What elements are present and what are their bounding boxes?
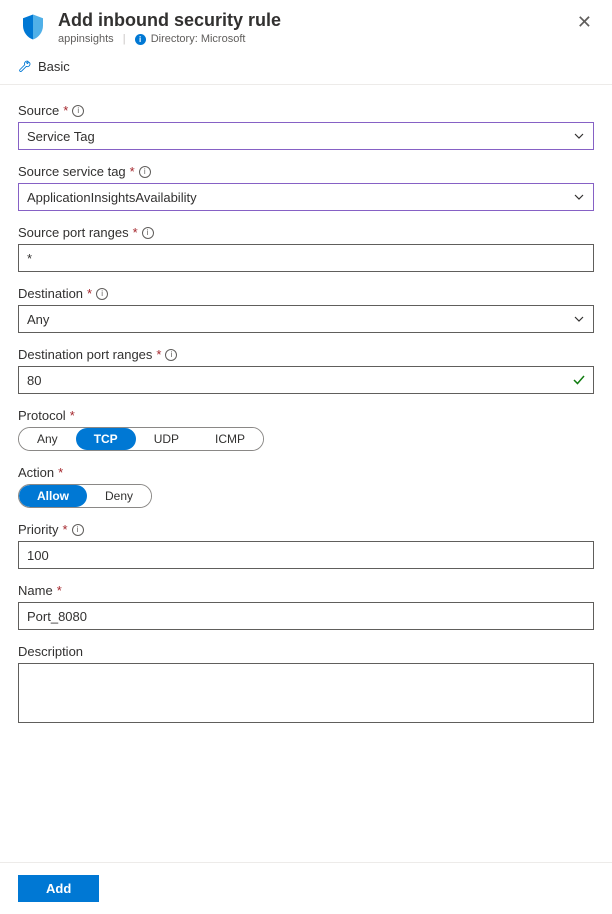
action-label: Action bbox=[18, 465, 54, 480]
protocol-option-tcp[interactable]: TCP bbox=[76, 428, 136, 450]
name-label: Name bbox=[18, 583, 53, 598]
chevron-down-icon bbox=[573, 313, 585, 325]
shield-icon bbox=[18, 12, 48, 42]
page-subtitle: appinsights | i Directory: Microsoft bbox=[58, 33, 594, 45]
wrench-icon[interactable] bbox=[18, 60, 32, 74]
protocol-segmented: AnyTCPUDPICMP bbox=[18, 427, 264, 451]
source-port-ranges-label: Source port ranges bbox=[18, 225, 129, 240]
source-select[interactable]: Service Tag bbox=[18, 122, 594, 150]
source-port-ranges-input[interactable] bbox=[18, 244, 594, 272]
resource-name: appinsights bbox=[58, 33, 114, 45]
chevron-down-icon bbox=[573, 130, 585, 142]
priority-label: Priority bbox=[18, 522, 58, 537]
name-input[interactable] bbox=[18, 602, 594, 630]
destination-label: Destination bbox=[18, 286, 83, 301]
destination-port-ranges-input[interactable] bbox=[18, 366, 594, 394]
destination-select[interactable]: Any bbox=[18, 305, 594, 333]
source-service-tag-label: Source service tag bbox=[18, 164, 126, 179]
protocol-label: Protocol bbox=[18, 408, 66, 423]
close-icon[interactable]: ✕ bbox=[569, 8, 600, 37]
chevron-down-icon bbox=[573, 191, 585, 203]
destination-port-ranges-label: Destination port ranges bbox=[18, 347, 152, 362]
protocol-option-icmp[interactable]: ICMP bbox=[197, 428, 263, 450]
action-segmented: AllowDeny bbox=[18, 484, 152, 508]
add-button[interactable]: Add bbox=[18, 875, 99, 902]
protocol-option-udp[interactable]: UDP bbox=[136, 428, 197, 450]
required-star: * bbox=[63, 103, 68, 118]
info-icon[interactable]: i bbox=[139, 166, 151, 178]
required-star: * bbox=[87, 286, 92, 301]
required-star: * bbox=[133, 225, 138, 240]
priority-input[interactable] bbox=[18, 541, 594, 569]
panel-footer: Add bbox=[0, 862, 612, 914]
source-label: Source bbox=[18, 103, 59, 118]
panel-header: Add inbound security rule appinsights | … bbox=[0, 0, 612, 53]
action-option-deny[interactable]: Deny bbox=[87, 485, 151, 507]
info-icon: i bbox=[135, 34, 146, 45]
description-input[interactable] bbox=[18, 663, 594, 723]
page-title: Add inbound security rule bbox=[58, 10, 594, 31]
description-label: Description bbox=[18, 644, 83, 659]
form-body: Source * i Service Tag Source service ta… bbox=[0, 85, 612, 820]
destination-value: Any bbox=[27, 312, 49, 327]
info-icon[interactable]: i bbox=[165, 349, 177, 361]
toolbar: Basic bbox=[0, 53, 612, 85]
source-service-tag-select[interactable]: ApplicationInsightsAvailability bbox=[18, 183, 594, 211]
required-star: * bbox=[62, 522, 67, 537]
directory-value: Microsoft bbox=[201, 33, 246, 45]
info-icon[interactable]: i bbox=[96, 288, 108, 300]
info-icon[interactable]: i bbox=[72, 105, 84, 117]
required-star: * bbox=[156, 347, 161, 362]
directory-label: Directory: bbox=[151, 33, 198, 45]
checkmark-icon bbox=[572, 373, 586, 387]
required-star: * bbox=[70, 408, 75, 423]
action-option-allow[interactable]: Allow bbox=[19, 485, 87, 507]
required-star: * bbox=[130, 164, 135, 179]
info-icon[interactable]: i bbox=[142, 227, 154, 239]
required-star: * bbox=[58, 465, 63, 480]
source-value: Service Tag bbox=[27, 129, 95, 144]
protocol-option-any[interactable]: Any bbox=[19, 428, 76, 450]
source-service-tag-value: ApplicationInsightsAvailability bbox=[27, 190, 197, 205]
required-star: * bbox=[57, 583, 62, 598]
basic-toggle-label[interactable]: Basic bbox=[38, 59, 70, 74]
info-icon[interactable]: i bbox=[72, 524, 84, 536]
